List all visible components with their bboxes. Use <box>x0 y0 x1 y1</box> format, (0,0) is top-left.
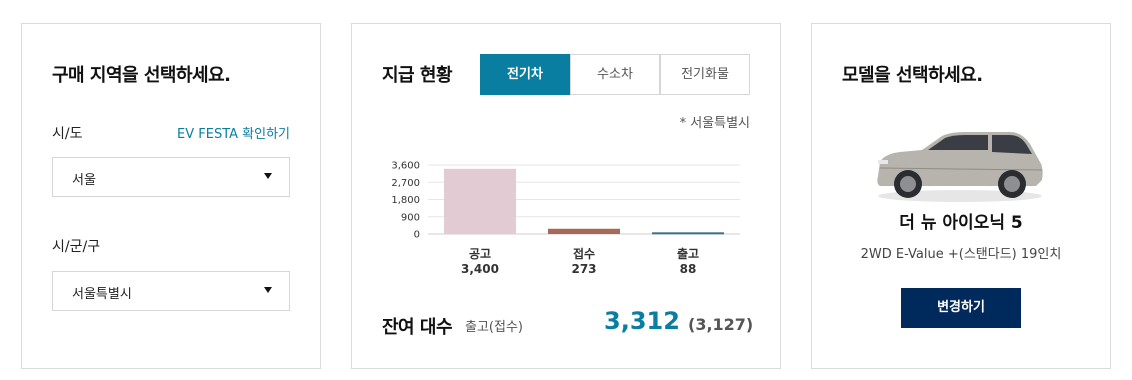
y-tick-label: 3,600 <box>391 161 420 172</box>
change-model-button[interactable]: 변경하기 <box>901 288 1021 328</box>
region-note: * 서울특별시 <box>679 116 750 131</box>
model-name: 더 뉴 아이오닉 5 <box>899 213 1023 233</box>
chevron-down-icon <box>264 173 272 179</box>
x-category-label: 공고 <box>469 247 491 261</box>
tab-electric-cargo[interactable]: 전기화물 <box>660 54 750 95</box>
model-card: 모델을 선택하세요. 더 뉴 아이오닉 5 2WD E-Value +(스탠다드… <box>811 23 1111 369</box>
x-category-label: 접수 <box>573 247 595 261</box>
bar-value-label: 88 <box>680 262 697 276</box>
ev-festa-link[interactable]: EV FESTA 확인하기 <box>177 123 290 142</box>
bar-value-label: 3,400 <box>461 262 499 276</box>
model-title: 모델을 선택하세요. <box>842 65 983 86</box>
remain-sub-label: 출고(접수) <box>465 320 523 335</box>
status-title: 지급 현황 <box>382 65 453 86</box>
car-image <box>877 132 1043 202</box>
y-tick-label: 0 <box>414 230 420 241</box>
sigungu-label: 시/군/구 <box>52 239 101 255</box>
sido-select-value: 서울 <box>72 173 96 188</box>
bar-0 <box>444 168 516 234</box>
x-category-label: 출고 <box>677 246 699 261</box>
y-tick-label: 2,700 <box>391 178 420 189</box>
chevron-down-icon <box>264 287 272 293</box>
sigungu-select[interactable]: 서울특별시 <box>52 271 290 311</box>
bar-1 <box>548 228 620 234</box>
remain-received-count: (3,127) <box>688 315 754 334</box>
tab-ev[interactable]: 전기차 <box>480 54 570 95</box>
tab-hydrogen[interactable]: 수소차 <box>570 54 660 95</box>
remain-label: 잔여 대수 <box>382 317 453 338</box>
y-tick-label: 1,800 <box>391 195 420 206</box>
model-trim: 2WD E-Value +(스탠다드) 19인치 <box>860 247 1062 262</box>
y-tick-label: 900 <box>401 212 420 223</box>
sido-select[interactable]: 서울 <box>52 157 290 197</box>
remain-count: 3,312 <box>604 307 680 335</box>
sigungu-select-value: 서울특별시 <box>72 287 132 302</box>
bar-value-label: 273 <box>571 262 596 276</box>
region-card: 구매 지역을 선택하세요. 시/도 EV FESTA 확인하기 서울 시/군/구… <box>21 23 321 369</box>
sido-label: 시/도 <box>52 126 83 142</box>
status-card: 지급 현황 전기차 수소차 전기화물 * 서울특별시 0 900 1,800 2,70… <box>351 23 781 369</box>
subsidy-bar-chart: 0 900 1,800 2,700 3,600 공고3,400 접수273 출고88 <box>391 161 740 276</box>
region-title: 구매 지역을 선택하세요. <box>52 65 231 86</box>
bar-2 <box>652 232 724 235</box>
